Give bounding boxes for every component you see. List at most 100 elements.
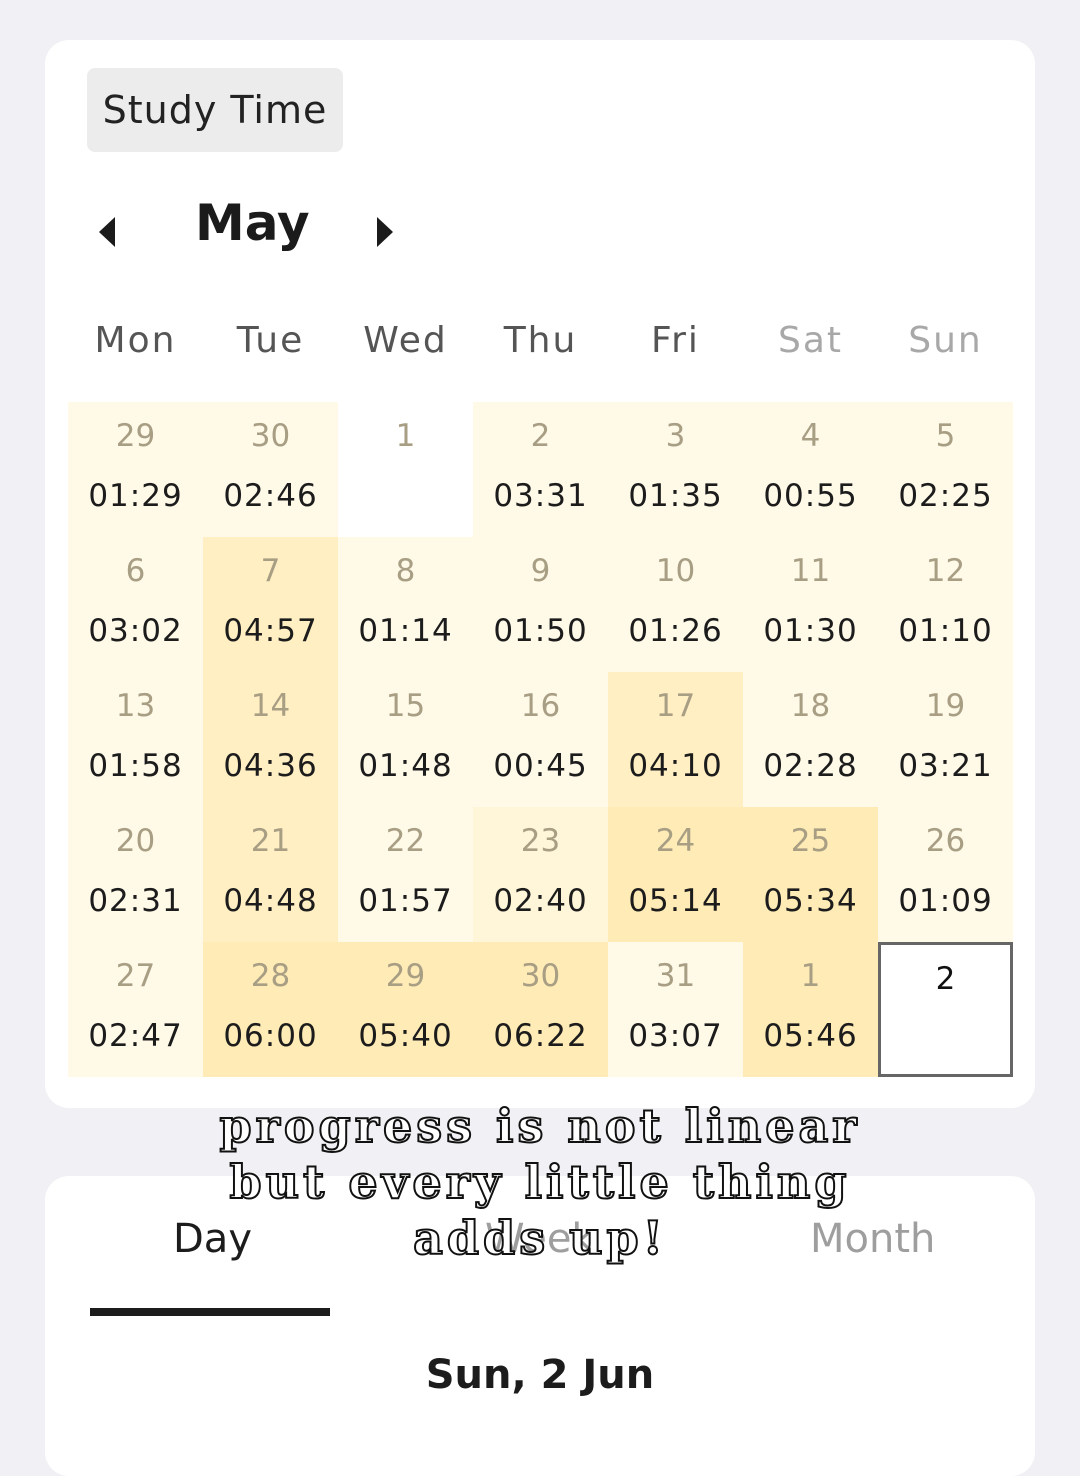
calendar-day-today[interactable]: 2 <box>878 942 1013 1077</box>
study-duration: 03:21 <box>898 748 993 784</box>
month-navigation: May <box>45 190 465 270</box>
calendar-day[interactable]: 20 02:31 <box>68 807 203 942</box>
day-number: 23 <box>520 823 561 859</box>
calendar-day[interactable]: 22 01:57 <box>338 807 473 942</box>
calendar-day[interactable]: 19 03:21 <box>878 672 1013 807</box>
calendar-day[interactable]: 16 00:45 <box>473 672 608 807</box>
study-duration: 05:46 <box>763 1018 858 1054</box>
study-duration: 05:34 <box>763 883 858 919</box>
calendar-day[interactable]: 24 05:14 <box>608 807 743 942</box>
day-number: 28 <box>250 958 291 994</box>
active-tab-indicator <box>90 1308 330 1316</box>
prev-month-button[interactable] <box>87 212 127 252</box>
overlay-line: but every little thing <box>228 1154 851 1210</box>
day-number: 25 <box>790 823 831 859</box>
calendar-day[interactable]: 11 01:30 <box>743 537 878 672</box>
calendar-day[interactable]: 13 01:58 <box>68 672 203 807</box>
day-number: 5 <box>935 418 956 454</box>
calendar-day[interactable]: 1 <box>338 402 473 537</box>
day-number: 15 <box>385 688 426 724</box>
month-title: May <box>195 194 310 252</box>
day-number: 27 <box>115 958 156 994</box>
day-number: 17 <box>655 688 696 724</box>
weekday-sat: Sat <box>777 320 844 361</box>
calendar-day[interactable]: 3 01:35 <box>608 402 743 537</box>
day-number: 3 <box>665 418 686 454</box>
day-number: 2 <box>935 961 956 997</box>
study-duration: 02:47 <box>88 1018 183 1054</box>
calendar-day[interactable]: 12 01:10 <box>878 537 1013 672</box>
calendar-day[interactable]: 15 01:48 <box>338 672 473 807</box>
calendar-day[interactable]: 2 03:31 <box>473 402 608 537</box>
calendar-day[interactable]: 26 01:09 <box>878 807 1013 942</box>
calendar-day[interactable]: 17 04:10 <box>608 672 743 807</box>
study-duration: 01:14 <box>358 613 453 649</box>
calendar-day[interactable]: 9 01:50 <box>473 537 608 672</box>
calendar-day[interactable]: 5 02:25 <box>878 402 1013 537</box>
study-duration: 05:40 <box>358 1018 453 1054</box>
calendar-day[interactable]: 31 03:07 <box>608 942 743 1077</box>
day-number: 22 <box>385 823 426 859</box>
weekday-tue: Tue <box>236 320 305 361</box>
weekday-mon: Mon <box>94 320 177 361</box>
weekday-wed: Wed <box>363 320 448 361</box>
calendar-day[interactable]: 29 05:40 <box>338 942 473 1077</box>
study-calendar-card: Study Time May Mon Tue Wed Thu Fri Sat S… <box>45 40 1035 1108</box>
study-duration: 01:29 <box>88 478 183 514</box>
study-duration: 02:40 <box>493 883 588 919</box>
weekday-fri: Fri <box>651 320 700 361</box>
study-duration: 01:48 <box>358 748 453 784</box>
next-month-button[interactable] <box>365 212 405 252</box>
weekday-header: Mon Tue Wed Thu Fri Sat Sun <box>68 320 1013 370</box>
caret-right-icon <box>377 217 393 247</box>
day-number: 8 <box>395 553 416 589</box>
study-duration: 06:00 <box>223 1018 318 1054</box>
day-number: 29 <box>385 958 426 994</box>
calendar-day[interactable]: 8 01:14 <box>338 537 473 672</box>
calendar-day[interactable]: 21 04:48 <box>203 807 338 942</box>
calendar-day[interactable]: 1 05:46 <box>743 942 878 1077</box>
calendar-day[interactable]: 4 00:55 <box>743 402 878 537</box>
day-number: 21 <box>250 823 291 859</box>
calendar-day[interactable]: 7 04:57 <box>203 537 338 672</box>
overlay-line: adds up! <box>412 1210 667 1266</box>
study-duration: 01:09 <box>898 883 993 919</box>
study-duration: 01:57 <box>358 883 453 919</box>
calendar-day[interactable]: 6 03:02 <box>68 537 203 672</box>
calendar-grid: 29 01:29 30 02:46 1 2 03:31 3 01:35 4 00:55 5 02:25 6… <box>68 402 1013 1077</box>
study-time-button[interactable]: Study Time <box>87 68 343 152</box>
calendar-day[interactable]: 27 02:47 <box>68 942 203 1077</box>
day-number: 4 <box>800 418 821 454</box>
study-duration: 05:14 <box>628 883 723 919</box>
study-duration: 01:30 <box>763 613 858 649</box>
day-number: 9 <box>530 553 551 589</box>
calendar-day[interactable]: 23 02:40 <box>473 807 608 942</box>
calendar-day[interactable]: 28 06:00 <box>203 942 338 1077</box>
study-duration: 01:10 <box>898 613 993 649</box>
selected-date: Sun, 2 Jun <box>425 1352 655 1398</box>
study-duration: 03:07 <box>628 1018 723 1054</box>
calendar-day[interactable]: 10 01:26 <box>608 537 743 672</box>
day-number: 26 <box>925 823 966 859</box>
day-number: 13 <box>115 688 156 724</box>
day-number: 10 <box>655 553 696 589</box>
motivational-overlay-text: progress is not linear but every little … <box>160 1098 920 1266</box>
day-number: 18 <box>790 688 831 724</box>
calendar-day[interactable]: 25 05:34 <box>743 807 878 942</box>
calendar-day[interactable]: 30 02:46 <box>203 402 338 537</box>
day-number: 31 <box>655 958 696 994</box>
study-duration: 04:36 <box>223 748 318 784</box>
study-duration: 00:55 <box>763 478 858 514</box>
study-duration: 06:22 <box>493 1018 588 1054</box>
study-duration: 04:48 <box>223 883 318 919</box>
calendar-day[interactable]: 14 04:36 <box>203 672 338 807</box>
study-duration: 01:50 <box>493 613 588 649</box>
calendar-day[interactable]: 29 01:29 <box>68 402 203 537</box>
overlay-line: progress is not linear <box>218 1098 861 1154</box>
calendar-day[interactable]: 18 02:28 <box>743 672 878 807</box>
caret-left-icon <box>99 217 115 247</box>
calendar-day[interactable]: 30 06:22 <box>473 942 608 1077</box>
day-number: 1 <box>800 958 821 994</box>
study-duration: 03:31 <box>493 478 588 514</box>
study-duration: 01:26 <box>628 613 723 649</box>
